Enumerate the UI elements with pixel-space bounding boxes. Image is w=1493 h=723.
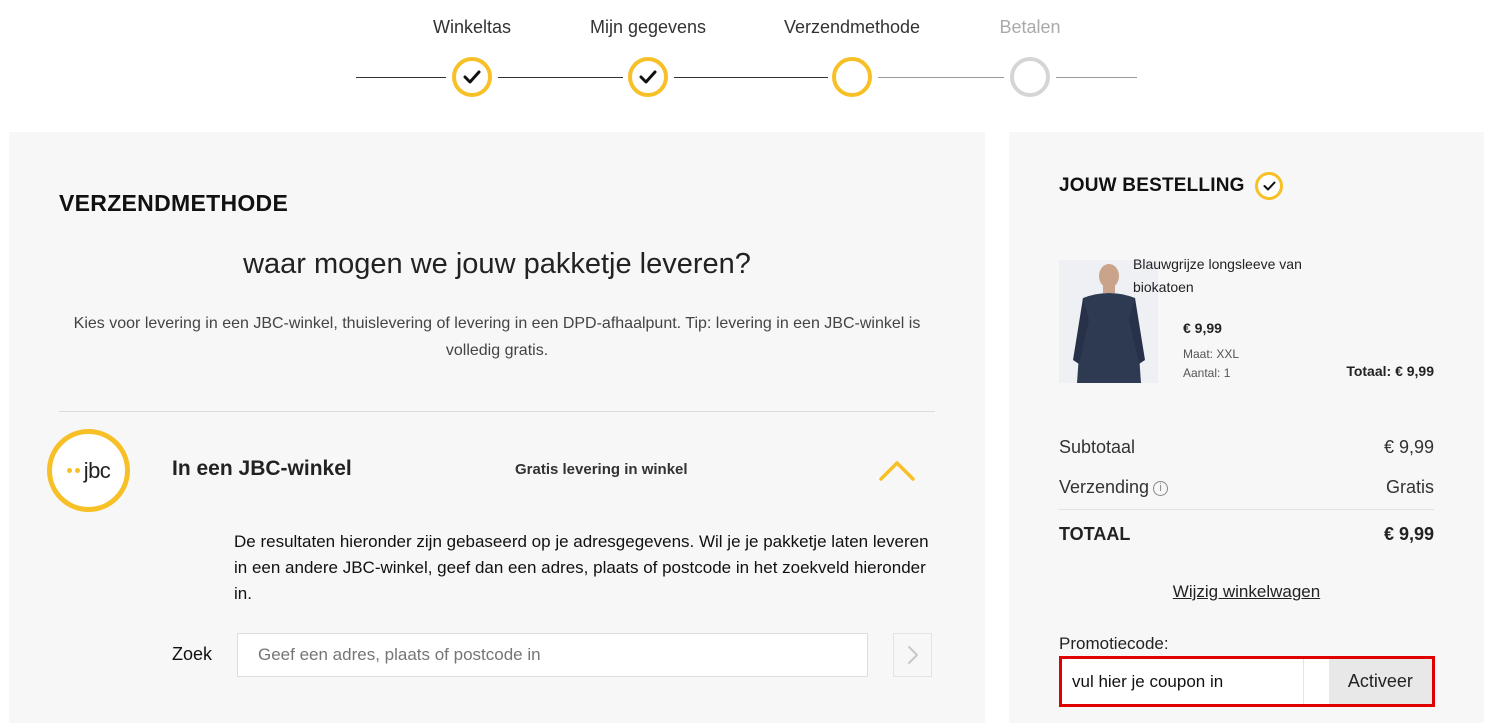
- logo-dots-icon: [66, 468, 80, 473]
- step-circle-betalen: [1010, 57, 1050, 97]
- search-submit-button[interactable]: [893, 633, 932, 677]
- store-search-input[interactable]: [237, 633, 868, 677]
- product-name[interactable]: Blauwgrijze longsleeve van biokatoen: [1133, 253, 1333, 299]
- summary-divider: [1059, 509, 1434, 510]
- info-icon[interactable]: i: [1153, 480, 1169, 496]
- headline: waar mogen we jouw pakketje leveren?: [243, 248, 751, 280]
- step-circle-verzendmethode: [832, 57, 872, 97]
- promo-label: Promotiecode:: [1059, 634, 1169, 653]
- step-connector: [356, 77, 446, 78]
- step-label-mijn-gegevens[interactable]: Mijn gegevens: [590, 17, 706, 38]
- order-check-icon: [1255, 172, 1283, 200]
- product-quantity: Aantal: 1: [1183, 366, 1231, 380]
- checkout-stepper: Winkeltas Mijn gegevens Verzendmethode B…: [0, 0, 1493, 110]
- order-title: JOUW BESTELLING: [1059, 175, 1245, 196]
- checkmark-icon: [463, 70, 481, 84]
- step-label-verzendmethode: Verzendmethode: [783, 17, 921, 37]
- option-title[interactable]: In een JBC-winkel: [172, 457, 352, 481]
- option-tag: Gratis levering in winkel: [515, 461, 688, 478]
- promo-code-input[interactable]: [1062, 659, 1304, 704]
- step-label-betalen: Betalen: [999, 17, 1061, 37]
- chevron-up-icon: [879, 461, 915, 481]
- product-price: € 9,99: [1183, 320, 1222, 336]
- step-label-winkeltas[interactable]: Winkeltas: [433, 17, 511, 38]
- intro-text: Kies voor levering in een JBC-winkel, th…: [73, 315, 921, 359]
- step-connector: [498, 77, 623, 78]
- collapse-button[interactable]: [877, 457, 917, 485]
- shipping-label: Verzending: [1059, 477, 1150, 497]
- divider: [59, 411, 935, 412]
- section-title: VERZENDMETHODE: [59, 190, 289, 216]
- total-label: TOTAAL: [1059, 524, 1131, 544]
- subtotal-row: Subtotaal € 9,99: [1059, 437, 1434, 458]
- order-summary-panel: JOUW BESTELLING Blauwgrijze longsleeve v…: [1009, 132, 1484, 723]
- product-total: Totaal: € 9,99: [1346, 363, 1434, 379]
- step-connector: [1056, 77, 1137, 78]
- shipping-value: Gratis: [1385, 477, 1434, 497]
- shipping-row: Verzending i Gratis: [1059, 477, 1434, 498]
- promo-spacer: [1304, 659, 1329, 704]
- promo-code-box: Activeer: [1059, 656, 1435, 707]
- subtotal-value: € 9,99: [1383, 437, 1434, 457]
- search-label: Zoek: [172, 644, 213, 664]
- step-connector: [878, 77, 1004, 78]
- product-size: Maat: XXL: [1183, 347, 1240, 361]
- checkmark-icon: [639, 70, 657, 84]
- option-description: De resultaten hieronder zijn gebaseerd o…: [234, 532, 929, 603]
- step-connector: [674, 77, 828, 78]
- step-circle-winkeltas[interactable]: [452, 57, 492, 97]
- total-value: € 9,99: [1383, 524, 1434, 544]
- jbc-logo: jbc: [47, 429, 130, 512]
- subtotal-label: Subtotaal: [1059, 437, 1136, 457]
- logo-text: jbc: [83, 457, 111, 483]
- change-cart-link[interactable]: Wijzig winkelwagen: [1009, 582, 1484, 602]
- total-row: TOTAAL € 9,99: [1059, 524, 1434, 545]
- step-circle-mijn-gegevens[interactable]: [628, 57, 668, 97]
- chevron-right-icon: [907, 646, 918, 664]
- activate-promo-button[interactable]: Activeer: [1328, 659, 1432, 704]
- shipping-method-panel: VERZENDMETHODE waar mogen we jouw pakket…: [9, 132, 985, 723]
